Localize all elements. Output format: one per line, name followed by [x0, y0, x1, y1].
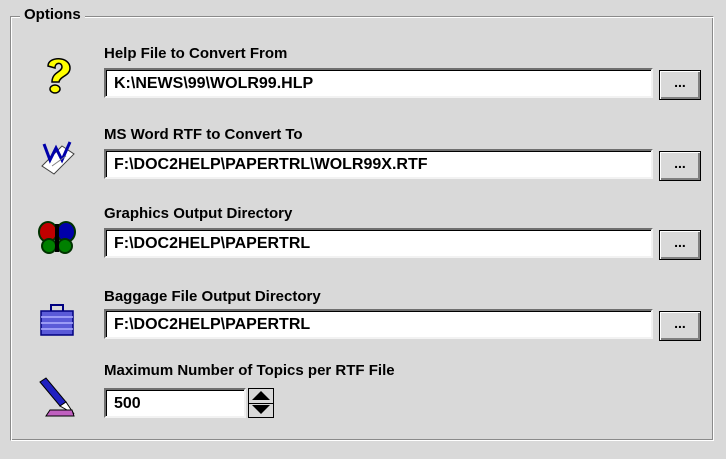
max-topics-spinner[interactable] [248, 388, 274, 418]
pencil-icon [36, 376, 78, 418]
baggage-dir-input[interactable]: F:\DOC2HELP\PAPERTRL [104, 309, 653, 339]
word-document-icon [36, 136, 78, 178]
max-topics-label: Maximum Number of Topics per RTF File [104, 362, 395, 379]
max-topics-input[interactable]: 500 [104, 388, 246, 418]
baggage-dir-browse-button[interactable]: ... [659, 311, 701, 341]
options-group-title: Options [20, 6, 85, 23]
butterfly-icon [36, 216, 78, 258]
question-icon [36, 54, 78, 96]
help-file-input[interactable]: K:\NEWS\99\WOLR99.HLP [104, 68, 653, 98]
briefcase-icon [36, 299, 78, 341]
rtf-file-browse-button[interactable]: ... [659, 151, 701, 181]
rtf-file-input[interactable]: F:\DOC2HELP\PAPERTRL\WOLR99X.RTF [104, 149, 653, 179]
baggage-dir-label: Baggage File Output Directory [104, 288, 321, 305]
spin-up-icon[interactable] [249, 389, 273, 404]
help-file-browse-button[interactable]: ... [659, 70, 701, 100]
graphics-dir-label: Graphics Output Directory [104, 205, 293, 222]
rtf-file-label: MS Word RTF to Convert To [104, 126, 303, 143]
graphics-dir-browse-button[interactable]: ... [659, 230, 701, 260]
graphics-dir-input[interactable]: F:\DOC2HELP\PAPERTRL [104, 228, 653, 258]
help-file-label: Help File to Convert From [104, 45, 288, 62]
spin-down-icon[interactable] [249, 403, 273, 417]
